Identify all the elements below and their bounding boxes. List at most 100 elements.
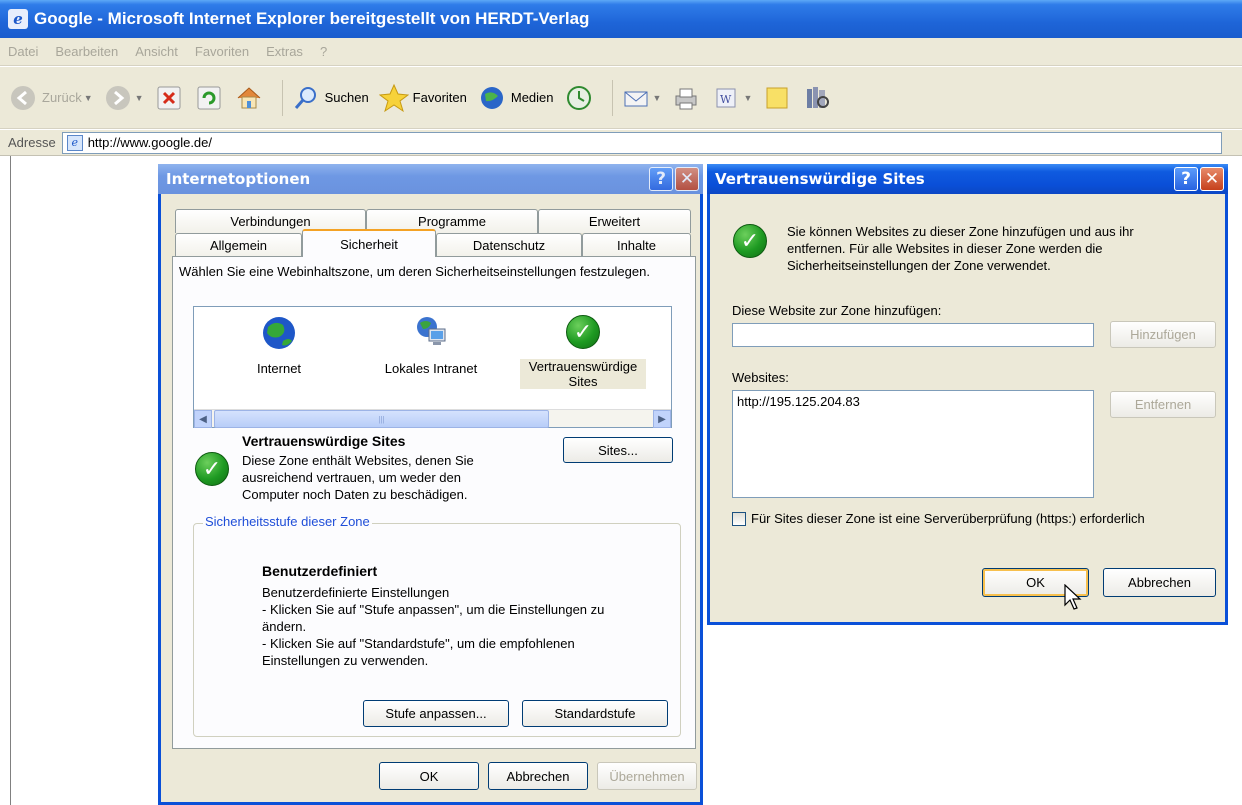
scroll-left-icon[interactable]: ◀ bbox=[194, 410, 212, 428]
word-icon: W bbox=[711, 83, 741, 113]
search-button[interactable]: Suchen bbox=[291, 78, 369, 118]
help-button[interactable]: ? bbox=[649, 167, 673, 191]
zone-internet[interactable]: Internet bbox=[224, 315, 334, 376]
level-heading: Benutzerdefiniert bbox=[262, 563, 378, 579]
menu-bar: Datei Bearbeiten Ansicht Favoriten Extra… bbox=[0, 38, 1242, 66]
address-input[interactable]: e http://www.google.de/ bbox=[61, 131, 1222, 154]
scroll-right-icon[interactable]: ▶ bbox=[653, 410, 671, 428]
zone-horizontal-scrollbar[interactable]: ◀ ||| ▶ bbox=[194, 409, 671, 428]
mouse-cursor-icon bbox=[1064, 584, 1082, 610]
window-title-bar: e Google - Microsoft Internet Explorer b… bbox=[0, 0, 1242, 38]
edit-button[interactable]: W ▼ bbox=[711, 78, 752, 118]
edit-dropdown-icon[interactable]: ▼ bbox=[743, 93, 752, 103]
menu-help[interactable]: ? bbox=[320, 44, 327, 59]
close-button[interactable]: ✕ bbox=[675, 167, 699, 191]
star-icon bbox=[378, 83, 409, 113]
internet-options-title: Internetoptionen bbox=[166, 170, 311, 188]
help-button[interactable]: ? bbox=[1174, 167, 1198, 191]
custom-level-button[interactable]: Stufe anpassen... bbox=[363, 700, 509, 727]
mail-button[interactable]: ▼ bbox=[621, 78, 662, 118]
menu-ansicht[interactable]: Ansicht bbox=[135, 44, 178, 59]
websites-list[interactable]: http://195.125.204.83 bbox=[732, 390, 1094, 498]
menu-favoriten[interactable]: Favoriten bbox=[195, 44, 249, 59]
website-item[interactable]: http://195.125.204.83 bbox=[737, 394, 1089, 409]
tab-datenschutz[interactable]: Datenschutz bbox=[436, 233, 582, 257]
forward-dropdown-icon[interactable]: ▼ bbox=[135, 93, 144, 103]
svg-text:W: W bbox=[720, 93, 732, 106]
intranet-computer-icon bbox=[413, 315, 449, 351]
search-icon bbox=[291, 83, 321, 113]
menu-bearbeiten[interactable]: Bearbeiten bbox=[55, 44, 118, 59]
https-checkbox[interactable] bbox=[732, 512, 746, 526]
content-border bbox=[10, 156, 11, 805]
zone-list[interactable]: Internet Lokales Intranet ✓ Vertrauenswü… bbox=[193, 306, 672, 428]
https-checkbox-label[interactable]: Für Sites dieser Zone ist eine Serverübe… bbox=[751, 510, 1221, 527]
add-button[interactable]: Hinzufügen bbox=[1110, 321, 1216, 348]
apply-button[interactable]: Übernehmen bbox=[597, 762, 697, 790]
globe-icon bbox=[261, 315, 297, 351]
trusted-sites-check-icon: ✓ bbox=[733, 224, 767, 258]
note-icon bbox=[762, 83, 792, 113]
refresh-button[interactable] bbox=[194, 78, 224, 118]
ie-logo-icon: e bbox=[8, 9, 28, 29]
home-icon bbox=[234, 83, 264, 113]
page-icon: e bbox=[66, 134, 83, 151]
sites-button[interactable]: Sites... bbox=[563, 437, 673, 463]
close-button[interactable]: ✕ bbox=[1200, 167, 1224, 191]
internet-options-dialog: Internetoptionen ? ✕ Verbindungen Progra… bbox=[158, 164, 703, 805]
stop-button[interactable] bbox=[154, 78, 184, 118]
printer-icon bbox=[671, 83, 701, 113]
favorites-button[interactable]: Favoriten bbox=[378, 78, 467, 118]
security-tab-panel: Wählen Sie eine Webinhaltszone, um deren… bbox=[172, 256, 696, 749]
address-bar: Adresse e http://www.google.de/ bbox=[0, 130, 1242, 156]
discuss-button[interactable] bbox=[762, 78, 792, 118]
books-icon bbox=[802, 83, 832, 113]
check-icon: ✓ bbox=[566, 315, 600, 349]
trusted-sites-title-bar: Vertrauenswürdige Sites ? ✕ bbox=[707, 164, 1228, 194]
window-title: Google - Microsoft Internet Explorer ber… bbox=[34, 9, 590, 28]
ok-button[interactable]: OK bbox=[379, 762, 479, 790]
address-url: http://www.google.de/ bbox=[87, 135, 213, 150]
tab-erweitert[interactable]: Erweitert bbox=[538, 209, 691, 233]
tab-allgemein[interactable]: Allgemein bbox=[175, 233, 302, 257]
tab-sicherheit[interactable]: Sicherheit bbox=[302, 229, 436, 257]
cancel-button[interactable]: Abbrechen bbox=[488, 762, 588, 790]
security-level-legend: Sicherheitsstufe dieser Zone bbox=[203, 514, 372, 529]
trusted-sites-info: Sie können Websites zu dieser Zone hinzu… bbox=[787, 224, 1134, 273]
back-button[interactable]: Zurück ▼ bbox=[8, 78, 93, 118]
menu-datei[interactable]: Datei bbox=[8, 44, 38, 59]
forward-button[interactable]: ▼ bbox=[103, 78, 144, 118]
scroll-thumb[interactable]: ||| bbox=[214, 410, 549, 428]
cancel-button[interactable]: Abbrechen bbox=[1103, 568, 1216, 597]
default-level-button[interactable]: Standardstufe bbox=[522, 700, 668, 727]
refresh-icon bbox=[194, 83, 224, 113]
media-globe-icon bbox=[477, 83, 507, 113]
level-line-2: - Klicken Sie auf "Stufe anpassen", um d… bbox=[262, 602, 605, 634]
mail-icon bbox=[621, 83, 651, 113]
mail-dropdown-icon[interactable]: ▼ bbox=[653, 93, 662, 103]
print-button[interactable] bbox=[671, 78, 701, 118]
history-icon bbox=[564, 83, 594, 113]
media-button[interactable]: Medien bbox=[477, 78, 554, 118]
zone-heading: Vertrauenswürdige Sites bbox=[242, 433, 406, 449]
menu-extras[interactable]: Extras bbox=[266, 44, 303, 59]
address-label: Adresse bbox=[8, 135, 56, 150]
zone-local-intranet[interactable]: Lokales Intranet bbox=[366, 315, 496, 376]
trusted-sites-dialog: Vertrauenswürdige Sites ? ✕ ✓ Sie können… bbox=[707, 164, 1228, 625]
internet-options-title-bar: Internetoptionen ? ✕ bbox=[158, 164, 703, 194]
remove-button[interactable]: Entfernen bbox=[1110, 391, 1216, 418]
zone-intro-text: Wählen Sie eine Webinhaltszone, um deren… bbox=[179, 264, 650, 279]
trusted-zone-check-icon: ✓ bbox=[195, 452, 229, 486]
history-button[interactable] bbox=[564, 78, 594, 118]
zone-trusted-sites[interactable]: ✓ Vertrauenswürdige Sites bbox=[516, 315, 650, 389]
forward-arrow-icon bbox=[103, 83, 133, 113]
back-arrow-icon bbox=[8, 83, 38, 113]
tab-inhalte[interactable]: Inhalte bbox=[582, 233, 691, 257]
home-button[interactable] bbox=[234, 78, 264, 118]
toolbar-separator bbox=[611, 79, 613, 116]
back-dropdown-icon[interactable]: ▼ bbox=[84, 93, 93, 103]
trusted-sites-title: Vertrauenswürdige Sites bbox=[715, 170, 925, 188]
research-button[interactable] bbox=[802, 78, 832, 118]
websites-label: Websites: bbox=[732, 370, 789, 385]
add-site-input[interactable] bbox=[732, 323, 1094, 347]
